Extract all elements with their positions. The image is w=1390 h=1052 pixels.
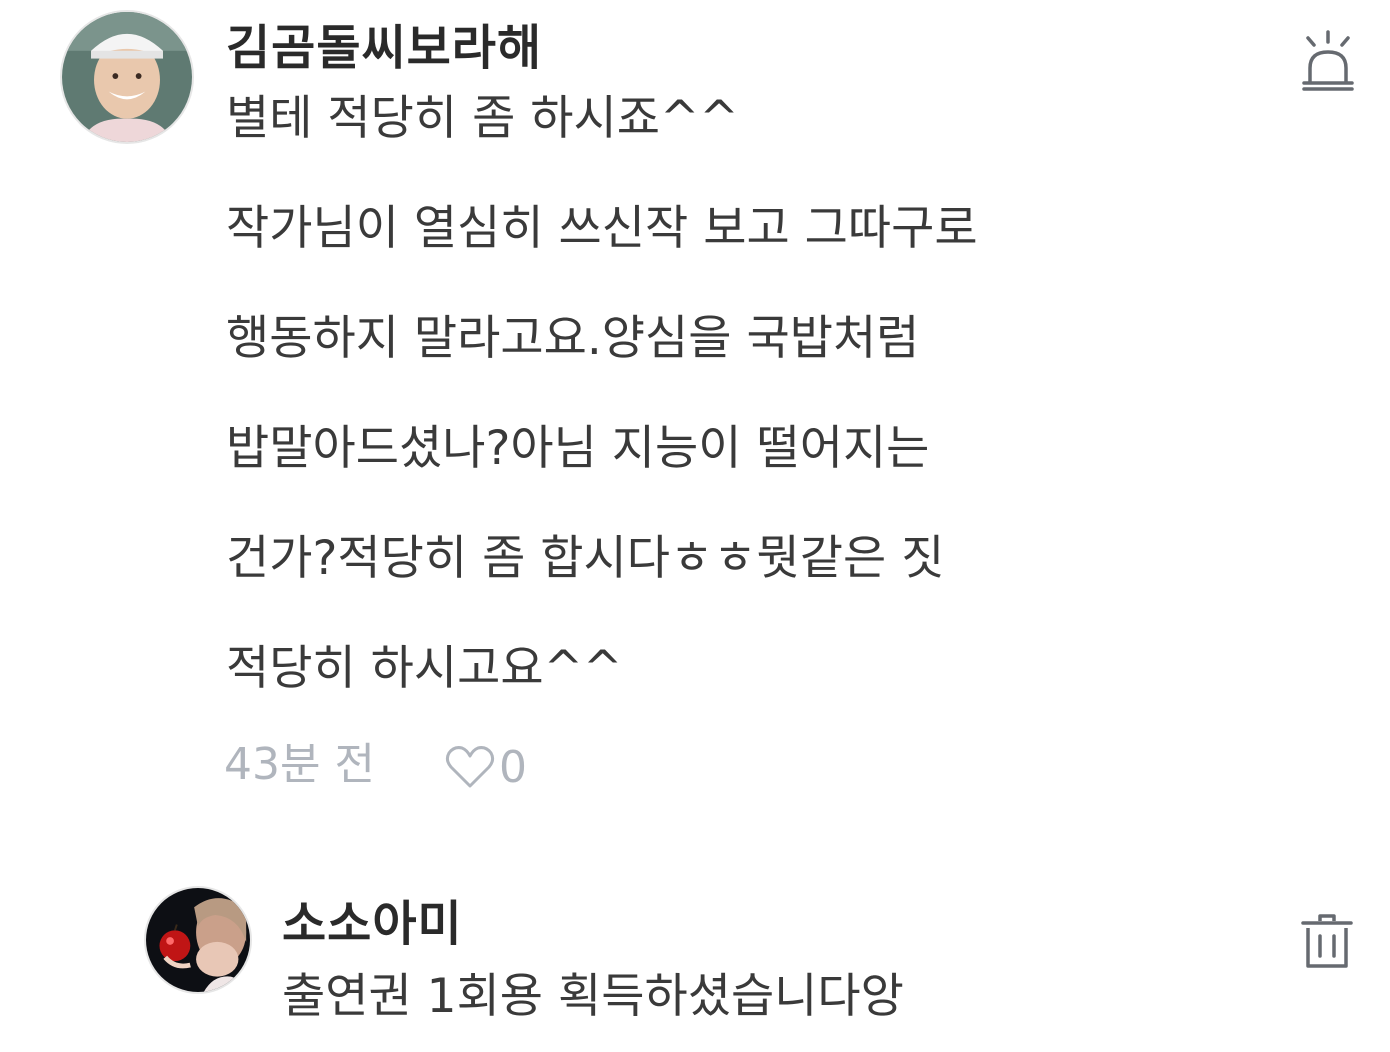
comment-line: 밥말아드셨나?아님 지능이 떨어지는 [226, 421, 930, 476]
comment-line: 별테 적당히 좀 하시죠^^ [226, 91, 739, 146]
siren-report-icon [1302, 30, 1354, 91]
avatar-image [62, 12, 192, 142]
comment-line: 건가?적당히 좀 합시다ㅎㅎ뭣같은 짓 [226, 531, 945, 586]
delete-button[interactable] [1300, 912, 1354, 970]
like-count: 0 [498, 741, 527, 793]
comment-line: 적당히 하시고요^^ [226, 641, 623, 696]
comment-line: 작가님이 열심히 쓰신작 보고 그따구로 [226, 201, 978, 256]
avatar-image [146, 888, 250, 992]
comment-body: 출연권 1회용 획득하셨습니다앙 [282, 942, 904, 1052]
comment-line: 출연권 1회용 획득하셨습니다앙 [282, 969, 904, 1024]
comment-meta: 43분 전 0 [224, 728, 527, 793]
like-button[interactable]: 0 [445, 742, 527, 793]
comment-line: 행동하지 말라고요.양심을 국밥처럼 [226, 311, 920, 366]
heart-icon [445, 745, 495, 787]
comment-body: 별테 적당히 좀 하시죠^^ 작가님이 열심히 쓰신작 보고 그따구로 행동하지… [226, 64, 978, 724]
report-button[interactable] [1298, 30, 1358, 92]
avatar[interactable] [60, 10, 194, 144]
avatar[interactable] [144, 886, 252, 994]
comment-timestamp: 43분 전 [224, 739, 375, 790]
trash-icon [1301, 914, 1353, 968]
